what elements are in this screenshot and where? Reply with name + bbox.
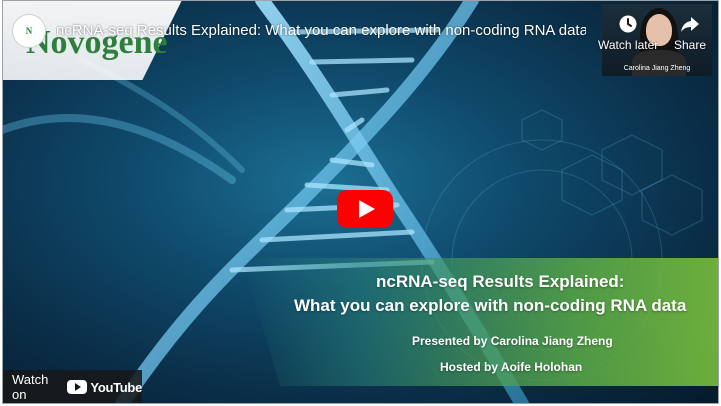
video-title[interactable]: ncRNA-seq Results Explained: What you ca… bbox=[56, 22, 586, 39]
youtube-logo-icon: YouTube bbox=[67, 380, 142, 395]
watch-later-button[interactable]: Watch later bbox=[598, 14, 658, 52]
slide-title-line-1: ncRNA-seq Results Explained: bbox=[376, 272, 625, 291]
hosted-by-text: Hosted by Aoife Holohan bbox=[440, 360, 583, 374]
slide-title-line-2: What you can explore with non-coding RNA… bbox=[294, 296, 687, 315]
play-button[interactable] bbox=[337, 190, 393, 228]
share-label: Share bbox=[674, 38, 707, 52]
watch-later-label: Watch later bbox=[598, 38, 659, 52]
presenter-name-caption: Carolina Jiang Zheng bbox=[623, 65, 691, 72]
channel-avatar[interactable]: N bbox=[12, 14, 46, 48]
clock-icon bbox=[619, 15, 637, 33]
share-button[interactable]: Share bbox=[674, 14, 706, 52]
watch-on-label: Watch on bbox=[12, 372, 49, 402]
presented-by-text: Presented by Carolina Jiang Zheng bbox=[412, 334, 613, 348]
youtube-label: YouTube bbox=[90, 379, 142, 395]
share-arrow-icon bbox=[681, 17, 700, 32]
video-player[interactable]: Novogene N ncRNA-seq Results Explained: … bbox=[2, 0, 719, 404]
channel-avatar-logo: N bbox=[25, 26, 33, 36]
watch-on-youtube-button[interactable]: Watch on YouTube bbox=[2, 370, 142, 404]
play-icon bbox=[359, 200, 375, 218]
